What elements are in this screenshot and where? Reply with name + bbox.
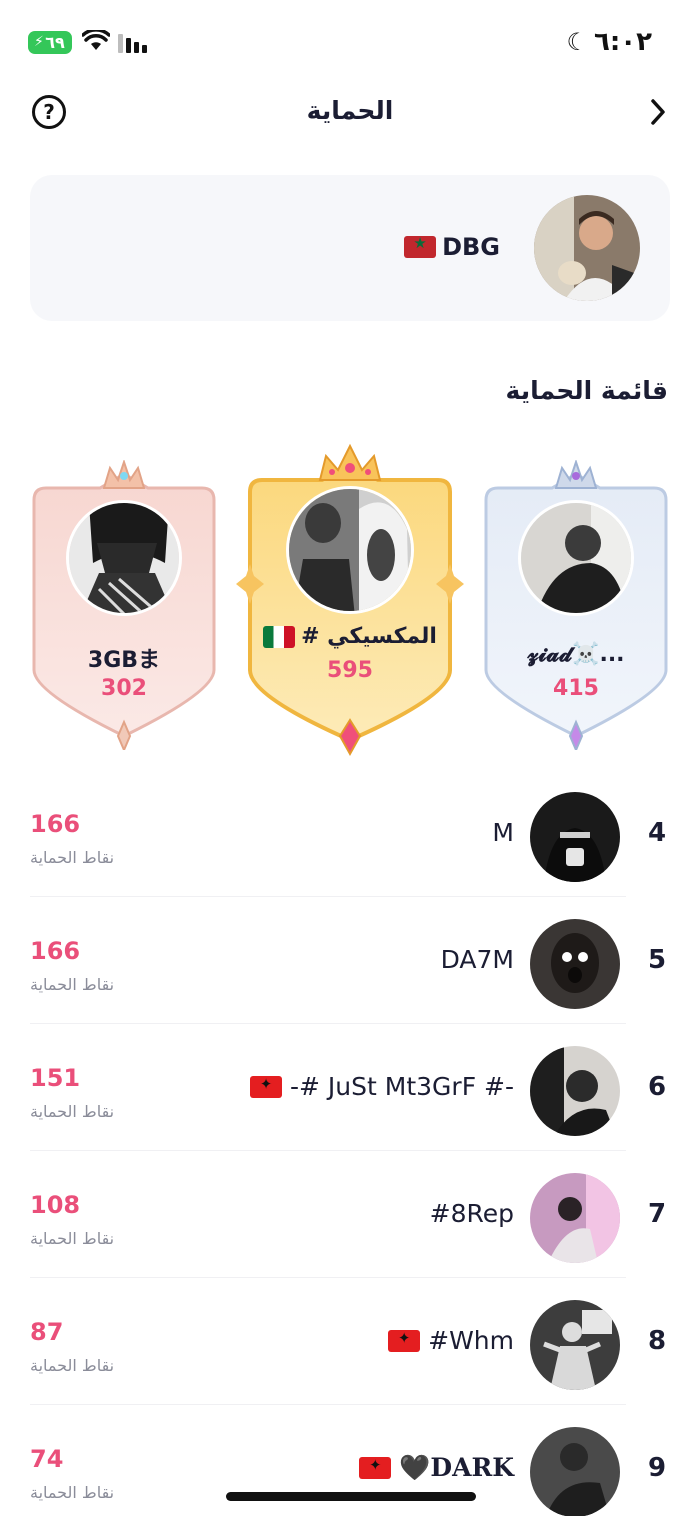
status-bar: ⚡ ٦٩ ☾ ٦:٠٢: [0, 0, 700, 80]
rank-name-text: 🖤DARK: [399, 1453, 514, 1482]
ranking-list: 4 M 166 نقاط الحماية 5 DA7M 166 نقاط الح…: [30, 770, 666, 1516]
rank-avatar[interactable]: [530, 1300, 620, 1390]
podium-avatar-1[interactable]: [286, 486, 414, 614]
charging-bolt-icon: ⚡: [34, 34, 44, 50]
albania-flag-icon: [250, 1075, 283, 1098]
guard-avatar[interactable]: [534, 195, 640, 301]
podium-card-2[interactable]: 3GBま 302: [30, 460, 218, 750]
ranking-row[interactable]: 6 -# JuSt Mt3GrF #- 151 نقاط الحماية: [30, 1024, 666, 1151]
podium-name-2: 3GBま: [87, 648, 161, 673]
albania-flag-icon: [388, 1329, 421, 1352]
rank-score: 166: [30, 810, 81, 838]
rank-name: -# JuSt Mt3GrF #-: [250, 1072, 514, 1101]
rank-avatar[interactable]: [530, 919, 620, 1009]
rank-name: #Whm: [388, 1326, 514, 1355]
podium-card-3[interactable]: 𝔃𝓲𝓪𝓭☠️... 415: [482, 460, 670, 750]
home-indicator[interactable]: [226, 1492, 476, 1501]
rank-name-text: M: [492, 818, 514, 847]
rank-name: M: [492, 818, 514, 847]
podium: 3GBま 302 # المكسيكي 595 𝔃𝓲𝓪𝓭☠️... 415: [0, 440, 700, 760]
rank-number: 5: [647, 945, 667, 975]
rank-name-text: DA7M: [440, 945, 514, 974]
page-title: الحماية: [306, 96, 394, 125]
chevron-right-icon[interactable]: [650, 98, 666, 126]
mexico-flag-icon: [263, 625, 296, 648]
rank-number: 4: [647, 818, 667, 848]
guard-card[interactable]: DBG: [30, 175, 670, 321]
rank-name-text: -# JuSt Mt3GrF #-: [290, 1072, 514, 1101]
rank-number: 6: [647, 1072, 667, 1102]
battery-level: ٦٩: [45, 33, 65, 52]
podium-name-1-text: # المكسيكي: [301, 624, 437, 649]
rank-avatar[interactable]: [530, 792, 620, 882]
rank-score: 87: [30, 1318, 64, 1346]
rank-name: #8Rep: [430, 1199, 514, 1228]
guard-name-text: DBG: [442, 233, 500, 261]
podium-score-2: 302: [101, 676, 147, 701]
rank-number: 9: [647, 1453, 667, 1483]
podium-score-3: 415: [553, 676, 599, 701]
moon-icon: ☾: [566, 28, 588, 56]
cellular-signal-icon: [118, 33, 147, 53]
rank-avatar[interactable]: [530, 1427, 620, 1516]
ranking-row[interactable]: 5 DA7M 166 نقاط الحماية: [30, 897, 666, 1024]
rank-name-text: #Whm: [428, 1326, 514, 1355]
ranking-row[interactable]: 4 M 166 نقاط الحماية: [30, 770, 666, 897]
section-title: قائمة الحماية: [505, 376, 668, 405]
morocco-flag-icon: [404, 236, 437, 258]
rank-score: 151: [30, 1064, 81, 1092]
rank-points-label: نقاط الحماية: [30, 1483, 115, 1502]
rank-avatar[interactable]: [530, 1046, 620, 1136]
rank-points-label: نقاط الحماية: [30, 1229, 115, 1248]
podium-avatar-3[interactable]: [518, 500, 634, 616]
wifi-icon: [82, 30, 110, 50]
ranking-row[interactable]: 7 #8Rep 108 نقاط الحماية: [30, 1151, 666, 1278]
rank-score: 74: [30, 1445, 64, 1473]
rank-name: DA7M: [441, 945, 514, 974]
rank-points-label: نقاط الحماية: [30, 975, 115, 994]
rank-number: 7: [647, 1199, 667, 1229]
rank-points-label: نقاط الحماية: [30, 848, 115, 867]
podium-avatar-2[interactable]: [66, 500, 182, 616]
rank-avatar[interactable]: [530, 1173, 620, 1263]
podium-name-3: 𝔃𝓲𝓪𝓭☠️...: [527, 642, 625, 667]
albania-flag-icon: [359, 1457, 392, 1479]
podium-name-1: # المكسيكي: [236, 624, 464, 649]
podium-card-1[interactable]: # المكسيكي 595: [236, 440, 464, 758]
header: ? الحماية: [0, 90, 700, 136]
rank-number: 8: [647, 1326, 667, 1356]
status-time: ٦:٠٢: [593, 27, 652, 57]
battery-icon: ⚡ ٦٩: [28, 31, 72, 54]
rank-points-label: نقاط الحماية: [30, 1102, 115, 1121]
rank-points-label: نقاط الحماية: [30, 1356, 115, 1375]
podium-score-1: 595: [327, 658, 373, 683]
rank-name: 🖤DARK: [359, 1453, 514, 1483]
guard-name: DBG: [404, 233, 500, 261]
rank-score: 166: [30, 937, 81, 965]
ranking-row[interactable]: 8 #Whm 87 نقاط الحماية: [30, 1278, 666, 1405]
rank-score: 108: [30, 1191, 81, 1219]
rank-name-text: #8Rep: [429, 1199, 514, 1228]
